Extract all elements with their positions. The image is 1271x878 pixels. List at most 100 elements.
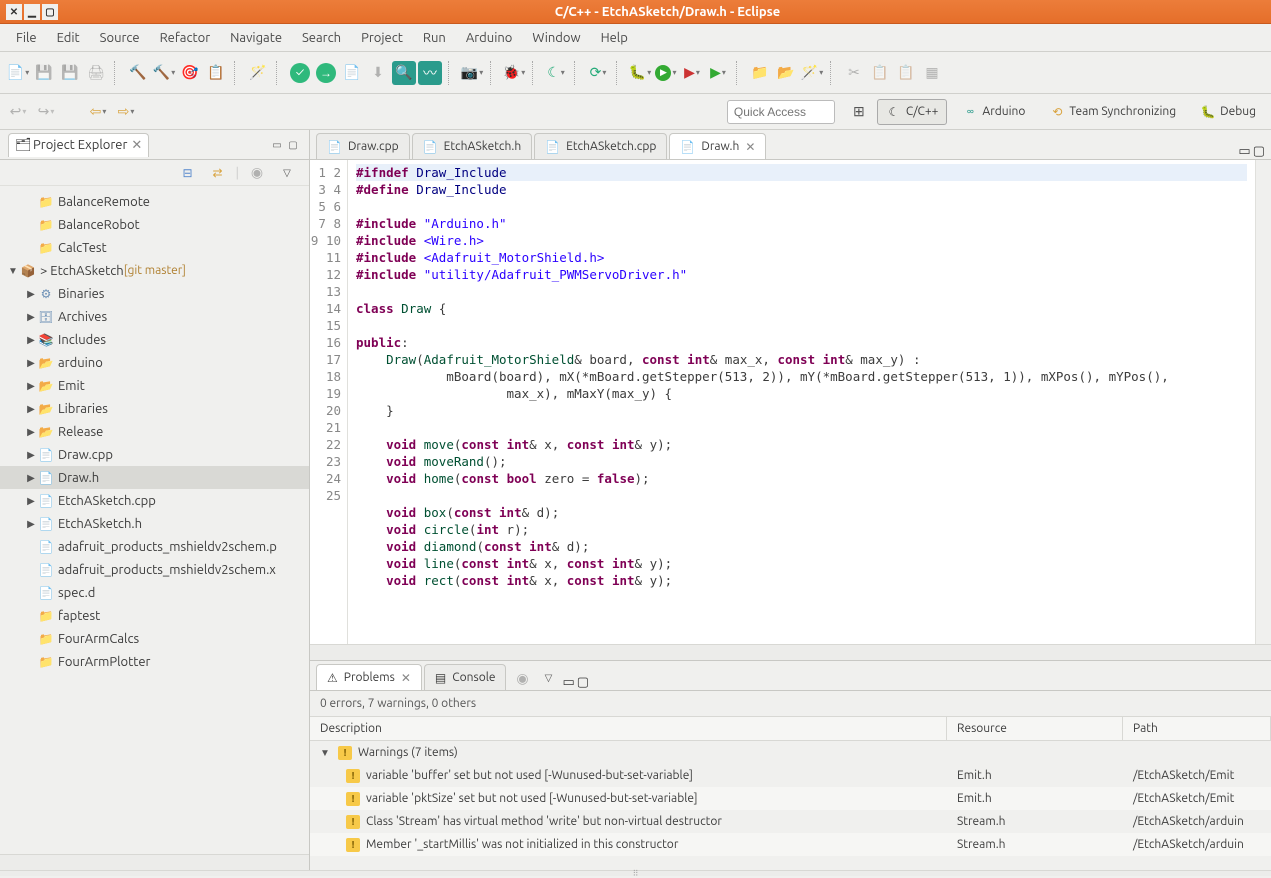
- col-description[interactable]: Description: [310, 717, 947, 740]
- collapse-all-icon[interactable]: ⊟: [176, 161, 200, 185]
- close-tab-icon[interactable]: ✕: [745, 140, 755, 154]
- tab-draw-cpp[interactable]: 📄Draw.cpp: [316, 133, 410, 159]
- menu-source[interactable]: Source: [90, 27, 150, 49]
- project-tree[interactable]: 📁BalanceRemote📁BalanceRobot📁CalcTest▼📦> …: [0, 186, 309, 854]
- problem-row[interactable]: !Member '_startMillis' was not initializ…: [310, 833, 1271, 856]
- editor-minimize-icon[interactable]: ▭: [1238, 144, 1250, 159]
- col-resource[interactable]: Resource: [947, 717, 1123, 740]
- serial-monitor-button[interactable]: 🔍: [392, 61, 416, 85]
- nav-fwd-icon[interactable]: ↪: [34, 100, 58, 124]
- menu-arduino[interactable]: Arduino: [456, 27, 523, 49]
- quick-access-input[interactable]: [727, 100, 835, 124]
- run-launch-button[interactable]: ▶: [654, 61, 678, 85]
- bottom-sash[interactable]: ⠿: [0, 870, 1271, 876]
- tree-item[interactable]: 📁CalcTest: [0, 236, 309, 259]
- tree-item[interactable]: 📄adafruit_products_mshieldv2schem.p: [0, 535, 309, 558]
- history-fwd-icon[interactable]: ⇨: [114, 100, 138, 124]
- minimize-view-icon[interactable]: ▭: [562, 675, 574, 690]
- code-content[interactable]: #ifndef Draw_Include#define Draw_Include…: [348, 160, 1255, 644]
- window-close-icon[interactable]: ✕: [6, 4, 22, 20]
- print-button[interactable]: 🖨: [84, 61, 108, 85]
- problem-row[interactable]: !Class 'Stream' has virtual method 'writ…: [310, 810, 1271, 833]
- save-all-button[interactable]: 💾: [58, 61, 82, 85]
- perspective-debug[interactable]: 🐛 Debug: [1191, 99, 1265, 125]
- tree-item[interactable]: 📁BalanceRemote: [0, 190, 309, 213]
- window-minimize-icon[interactable]: ▁: [24, 4, 40, 20]
- camera-icon[interactable]: 📷: [460, 61, 484, 85]
- editor-maximize-icon[interactable]: ▢: [1253, 144, 1265, 159]
- tree-item[interactable]: ▶📄Draw.h: [0, 466, 309, 489]
- profile-button[interactable]: ▶: [706, 61, 730, 85]
- col-path[interactable]: Path: [1123, 717, 1271, 740]
- tab-console[interactable]: ▤Console: [424, 664, 507, 690]
- tree-item[interactable]: 📄spec.d: [0, 581, 309, 604]
- close-icon[interactable]: ✕: [131, 138, 142, 153]
- tree-item[interactable]: ▶📄Draw.cpp: [0, 443, 309, 466]
- nav-back-icon[interactable]: ↩: [6, 100, 30, 124]
- tree-item[interactable]: 📁FourArmPlotter: [0, 650, 309, 673]
- verify-button[interactable]: ✓: [288, 61, 312, 85]
- perspective-arduino[interactable]: ∞ Arduino: [953, 99, 1034, 125]
- run-c-button[interactable]: ☾: [544, 61, 568, 85]
- overview-ruler[interactable]: [1255, 160, 1271, 644]
- close-icon[interactable]: ✕: [401, 671, 411, 685]
- view-menu-icon[interactable]: ▽: [275, 161, 299, 185]
- menu-help[interactable]: Help: [591, 27, 638, 49]
- open-perspective-icon[interactable]: ⊞: [847, 100, 871, 124]
- history-back-icon[interactable]: ⇦: [86, 100, 110, 124]
- serial-plotter-button[interactable]: 〰: [418, 61, 442, 85]
- problems-list[interactable]: ▼!Warnings (7 items) !variable 'buffer' …: [310, 741, 1271, 870]
- tree-item[interactable]: ▶📚Includes: [0, 328, 309, 351]
- minimize-view-icon[interactable]: ▭: [269, 137, 285, 153]
- filter-icon[interactable]: ◉: [510, 666, 534, 690]
- menu-search[interactable]: Search: [292, 27, 351, 49]
- maximize-view-icon[interactable]: ▢: [285, 137, 301, 153]
- view-menu-icon[interactable]: ▽: [536, 666, 560, 690]
- problem-row[interactable]: !variable 'buffer' set but not used [-Wu…: [310, 764, 1271, 787]
- wand-icon[interactable]: 🪄: [246, 61, 270, 85]
- debug-button[interactable]: 🐞: [502, 61, 526, 85]
- open-folder-button[interactable]: 📂: [774, 61, 798, 85]
- import-button[interactable]: ⬇: [366, 61, 390, 85]
- new-button[interactable]: 📄: [6, 61, 30, 85]
- code-editor[interactable]: 1 2 3 4 5 6 7 8 9 10 11 12 13 14 15 16 1…: [310, 160, 1271, 644]
- copy-button[interactable]: 📋: [868, 61, 892, 85]
- problem-row[interactable]: !variable 'pktSize' set but not used [-W…: [310, 787, 1271, 810]
- menu-file[interactable]: File: [6, 27, 47, 49]
- editor-hscroll[interactable]: [310, 644, 1271, 660]
- menu-run[interactable]: Run: [413, 27, 456, 49]
- makefile-icon[interactable]: 📋: [204, 61, 228, 85]
- explorer-hscroll[interactable]: [0, 854, 309, 870]
- tree-item[interactable]: 📁BalanceRobot: [0, 213, 309, 236]
- build-button[interactable]: 🔨: [126, 61, 150, 85]
- menu-window[interactable]: Window: [522, 27, 590, 49]
- debug-launch-button[interactable]: 🐛: [628, 61, 652, 85]
- tree-item[interactable]: ▶📄EtchASketch.cpp: [0, 489, 309, 512]
- tree-item[interactable]: ▶📂Release: [0, 420, 309, 443]
- save-button[interactable]: 💾: [32, 61, 56, 85]
- cut-button[interactable]: ✂: [842, 61, 866, 85]
- refresh-button[interactable]: ⟳: [586, 61, 610, 85]
- tab-etchasketch-h[interactable]: 📄EtchASketch.h: [412, 133, 533, 159]
- new-folder-button[interactable]: 📁: [748, 61, 772, 85]
- menu-project[interactable]: Project: [351, 27, 413, 49]
- tab-problems[interactable]: ⚠Problems✕: [316, 664, 422, 690]
- paste-button[interactable]: 📋: [894, 61, 918, 85]
- tree-item[interactable]: ▼📦> EtchASketch [git master]: [0, 259, 309, 282]
- menu-refactor[interactable]: Refactor: [150, 27, 221, 49]
- maximize-view-icon[interactable]: ▢: [577, 675, 589, 690]
- tree-item[interactable]: 📁FourArmCalcs: [0, 627, 309, 650]
- tree-item[interactable]: 📁faptest: [0, 604, 309, 627]
- tree-item[interactable]: ▶📂Emit: [0, 374, 309, 397]
- link-editor-icon[interactable]: ⇄: [206, 161, 230, 185]
- perspective-cpp[interactable]: ☾ C/C++: [877, 99, 947, 125]
- menu-edit[interactable]: Edit: [47, 27, 90, 49]
- problems-group-row[interactable]: ▼!Warnings (7 items): [310, 741, 1271, 764]
- tree-item[interactable]: 📄adafruit_products_mshieldv2schem.x: [0, 558, 309, 581]
- tree-item[interactable]: ▶📂Libraries: [0, 397, 309, 420]
- tab-etchasketch-cpp[interactable]: 📄EtchASketch.cpp: [534, 133, 667, 159]
- tab-draw-h[interactable]: 📄Draw.h✕: [669, 133, 766, 159]
- window-maximize-icon[interactable]: ▢: [42, 4, 58, 20]
- menu-navigate[interactable]: Navigate: [220, 27, 292, 49]
- tree-item[interactable]: ▶🗄Archives: [0, 305, 309, 328]
